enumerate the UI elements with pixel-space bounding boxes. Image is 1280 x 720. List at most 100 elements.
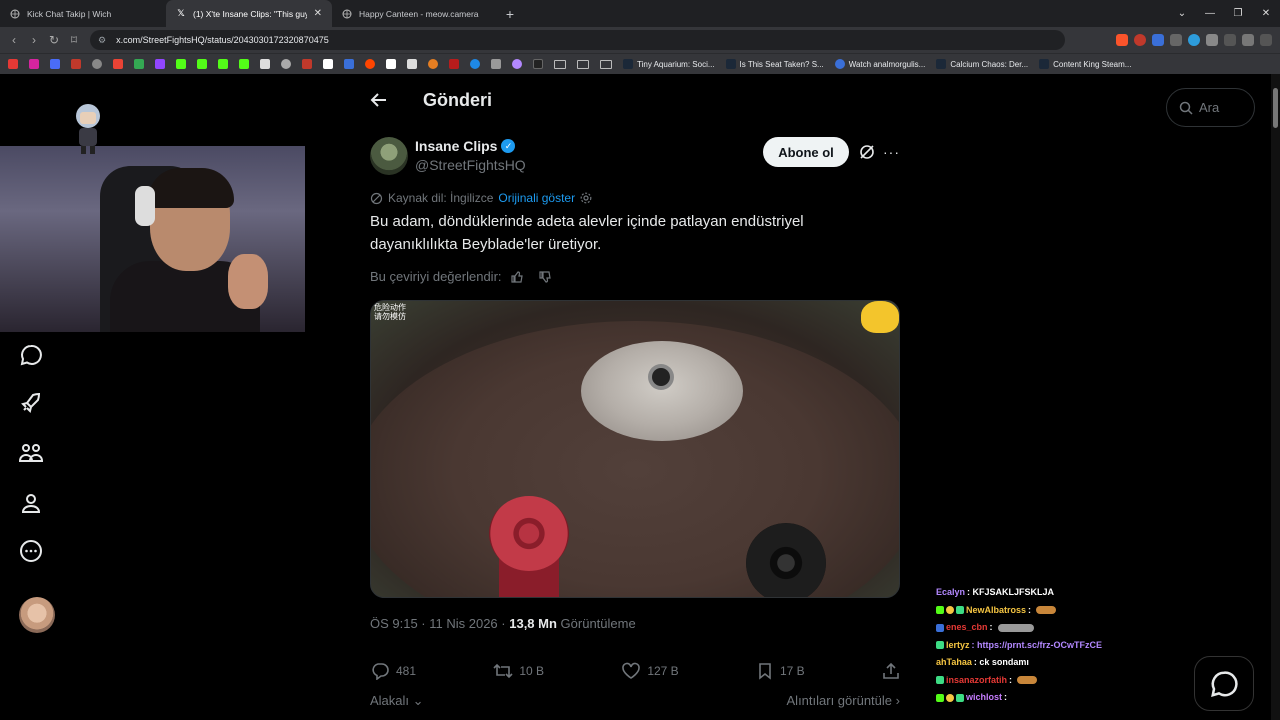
bookmark-icon[interactable] — [512, 59, 522, 69]
search-input[interactable]: Ara — [1166, 88, 1255, 127]
post-video[interactable]: 危险动作 请勿模仿 — [370, 300, 900, 598]
bookmark-item[interactable]: Tiny Aquarium: Soci... — [623, 59, 715, 69]
extension-blue-icon[interactable] — [1152, 34, 1164, 46]
messages-float-button[interactable] — [1194, 656, 1254, 711]
post-time[interactable]: ÖS 9:15 · 11 Nis 2026 · — [370, 616, 506, 631]
twitch-bookmark-icon[interactable] — [155, 59, 165, 69]
folder-icon[interactable] — [554, 59, 566, 69]
reddit-bookmark-icon[interactable] — [365, 59, 375, 69]
subscribe-button[interactable]: Abone ol — [763, 137, 849, 167]
bookmark-item[interactable]: Calcium Chaos: Der... — [936, 59, 1028, 69]
settings-gear-icon[interactable] — [580, 192, 592, 204]
extensions-puzzle-icon[interactable] — [1206, 34, 1218, 46]
thumbs-up-icon[interactable] — [510, 270, 524, 284]
chat-message: wichlost : — [936, 689, 1186, 707]
new-tab-button[interactable]: + — [498, 6, 522, 22]
author-handle[interactable]: @StreetFightsHQ — [415, 157, 526, 173]
brave-shield-icon[interactable] — [1116, 34, 1128, 46]
back-arrow-icon[interactable] — [370, 91, 388, 114]
bookmark-item[interactable]: Content King Steam... — [1039, 59, 1131, 69]
browser-tab-x-post[interactable]: 𝕏 (1) X'te Insane Clips: "This guy is ✕ — [166, 0, 332, 27]
youtube-bookmark-icon[interactable] — [8, 59, 18, 69]
kick-bookmark-icon[interactable] — [239, 59, 249, 69]
minimize-button[interactable]: — — [1196, 0, 1224, 27]
extension-cyan-icon[interactable] — [1188, 34, 1200, 46]
kick-bookmark-icon[interactable] — [176, 59, 186, 69]
bookmark-icon[interactable] — [470, 59, 480, 69]
kick-bookmark-icon[interactable] — [218, 59, 228, 69]
show-original-link[interactable]: Orijinali göster — [498, 191, 575, 205]
close-window-button[interactable]: ✕ — [1252, 0, 1280, 27]
gmail-bookmark-icon[interactable] — [113, 59, 123, 69]
bookmark-item[interactable]: Watch analmorgulis... — [834, 59, 925, 69]
drive-bookmark-icon[interactable] — [134, 59, 144, 69]
communities-icon[interactable] — [18, 440, 44, 466]
media-icon[interactable] — [1242, 34, 1254, 46]
view-quotes-link[interactable]: Alıntıları görüntüle › — [787, 693, 900, 709]
x-bookmark-icon[interactable] — [323, 59, 333, 69]
messages-icon[interactable] — [18, 342, 44, 368]
bookmark-icon[interactable] — [491, 59, 501, 69]
bookmark-icon[interactable] — [407, 59, 417, 69]
related-dropdown[interactable]: Alakalı ⌄ — [370, 693, 424, 709]
folder-icon[interactable] — [600, 59, 612, 69]
bookmark-icon[interactable] — [50, 59, 60, 69]
reload-icon[interactable]: ↻ — [44, 33, 64, 47]
reply-count: 481 — [396, 664, 417, 678]
bookmark-icon[interactable] — [281, 59, 291, 69]
reply-button[interactable]: 481 — [370, 662, 416, 680]
instagram-bookmark-icon[interactable] — [29, 59, 39, 69]
extension-red-icon[interactable] — [1134, 34, 1146, 46]
views-label: Görüntüleme — [560, 616, 636, 631]
extension-grey-icon[interactable] — [1170, 34, 1182, 46]
browser-tab-kick-chat[interactable]: Kick Chat Takip | Wich — [0, 0, 166, 27]
author-name[interactable]: Insane Clips — [415, 138, 497, 154]
bookmark-icon[interactable] — [92, 59, 102, 69]
bookmark-icon[interactable] — [344, 59, 354, 69]
bookmark-icon[interactable] — [428, 59, 438, 69]
share-button[interactable] — [882, 662, 900, 680]
profile-icon[interactable] — [18, 490, 44, 516]
bookmark-item[interactable]: Is This Seat Taken? S... — [725, 59, 824, 69]
restore-button[interactable]: ❐ — [1224, 0, 1252, 27]
folder-icon[interactable] — [577, 59, 589, 69]
steam-icon — [623, 59, 633, 69]
menu-icon[interactable] — [1260, 34, 1272, 46]
steam-icon — [725, 59, 736, 69]
chat-text: : — [1009, 674, 1013, 685]
tab-title: Happy Canteen - meow.camera — [359, 8, 479, 19]
browser-tab-meow-camera[interactable]: Happy Canteen - meow.camera — [332, 0, 498, 27]
close-tab-icon[interactable]: ✕ — [314, 8, 322, 19]
bookmark-page-icon[interactable]: ⌑ — [64, 33, 84, 47]
chat-username: Ecalyn — [936, 587, 966, 597]
bookmark-icon[interactable] — [449, 59, 459, 69]
kick-badge-icon — [936, 693, 944, 702]
bookmark-icon[interactable] — [386, 59, 396, 69]
kick-bookmark-icon[interactable] — [197, 59, 207, 69]
author-name-row[interactable]: Insane Clips ✓ — [415, 138, 516, 154]
tab-list-chevron-icon[interactable]: ⌄ — [1168, 0, 1196, 27]
chat-link[interactable]: : https://prnt.sc/frz-OCwTFzCE — [972, 637, 1103, 655]
sidebar-icon[interactable] — [1224, 34, 1236, 46]
bookmark-button[interactable]: 17 B — [756, 662, 805, 680]
url-field[interactable]: ⚙ x.com/StreetFightsHQ/status/2043030172… — [90, 30, 1065, 50]
more-options-icon[interactable]: ··· — [883, 144, 900, 160]
grok-icon[interactable] — [858, 143, 876, 166]
author-avatar[interactable] — [370, 137, 408, 175]
bookmark-icon[interactable] — [533, 59, 543, 69]
back-arrow-icon[interactable]: ‹ — [4, 33, 24, 47]
forward-arrow-icon[interactable]: › — [24, 33, 44, 47]
bookmark-icon[interactable] — [302, 59, 312, 69]
page-scrollbar[interactable] — [1271, 74, 1280, 720]
badge-icon — [956, 693, 964, 702]
bookmark-icon[interactable] — [71, 59, 81, 69]
repost-button[interactable]: 10 B — [493, 662, 544, 680]
account-avatar[interactable] — [19, 597, 55, 633]
rocket-icon[interactable] — [18, 390, 44, 416]
bookmark-icon[interactable] — [260, 59, 270, 69]
thumbs-down-icon[interactable] — [538, 270, 552, 284]
site-info-icon[interactable]: ⚙ — [98, 35, 106, 46]
scrollbar-thumb[interactable] — [1273, 88, 1278, 128]
more-options-icon[interactable] — [18, 538, 44, 564]
like-button[interactable]: 127 B — [621, 662, 679, 680]
